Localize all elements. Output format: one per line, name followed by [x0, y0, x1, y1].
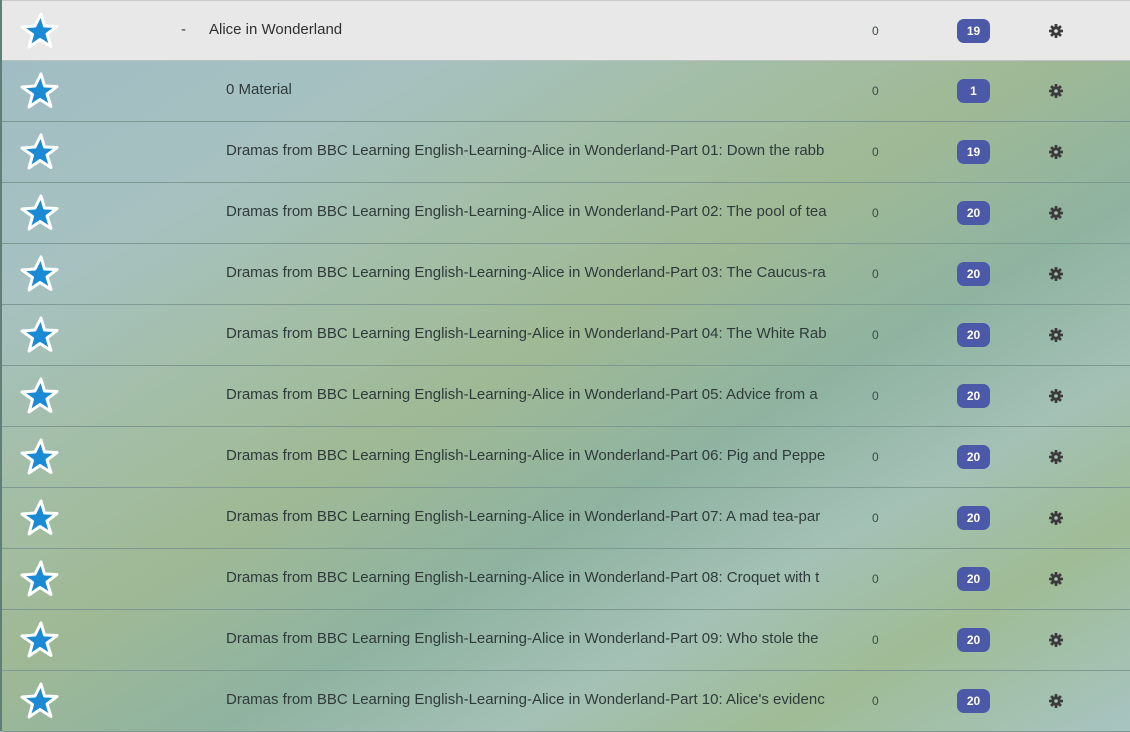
- lesson-title[interactable]: Dramas from BBC Learning English-Learnin…: [226, 142, 852, 159]
- lesson-row[interactable]: Dramas from BBC Learning English-Learnin…: [2, 427, 1130, 488]
- lesson-row[interactable]: Dramas from BBC Learning English-Learnin…: [2, 366, 1130, 427]
- lesson-badge[interactable]: 20: [957, 567, 990, 591]
- lesson-badge[interactable]: 20: [957, 445, 990, 469]
- lesson-badge[interactable]: 20: [957, 689, 990, 713]
- gear-icon[interactable]: [1049, 24, 1063, 38]
- star-icon[interactable]: [18, 132, 60, 174]
- gear-icon[interactable]: [1049, 511, 1063, 525]
- star-icon[interactable]: [18, 71, 60, 113]
- lesson-title[interactable]: Dramas from BBC Learning English-Learnin…: [226, 264, 852, 281]
- gear-icon[interactable]: [1049, 694, 1063, 708]
- lesson-count: 0: [872, 694, 879, 708]
- lesson-title[interactable]: Dramas from BBC Learning English-Learnin…: [226, 447, 852, 464]
- course-count: 0: [872, 24, 879, 38]
- lesson-badge[interactable]: 20: [957, 384, 990, 408]
- lesson-badge[interactable]: 20: [957, 201, 990, 225]
- lesson-row[interactable]: Dramas from BBC Learning English-Learnin…: [2, 122, 1130, 183]
- lesson-count: 0: [872, 206, 879, 220]
- lesson-title[interactable]: Dramas from BBC Learning English-Learnin…: [226, 325, 852, 342]
- lesson-row[interactable]: Dramas from BBC Learning English-Learnin…: [2, 549, 1130, 610]
- lesson-title[interactable]: 0 Material: [226, 81, 852, 98]
- gear-icon[interactable]: [1049, 450, 1063, 464]
- gear-icon[interactable]: [1049, 267, 1063, 281]
- lesson-count: 0: [872, 267, 879, 281]
- course-list: - Alice in Wonderland 0 19 0 Material 0 1 D…: [0, 0, 1130, 732]
- lesson-row[interactable]: Dramas from BBC Learning English-Learnin…: [2, 244, 1130, 305]
- lesson-row[interactable]: Dramas from BBC Learning English-Learnin…: [2, 488, 1130, 549]
- lesson-count: 0: [872, 328, 879, 342]
- star-icon[interactable]: [18, 193, 60, 235]
- lesson-title[interactable]: Dramas from BBC Learning English-Learnin…: [226, 630, 852, 647]
- lesson-title[interactable]: Dramas from BBC Learning English-Learnin…: [226, 386, 852, 403]
- course-badge[interactable]: 19: [957, 19, 990, 43]
- lesson-count: 0: [872, 389, 879, 403]
- lesson-count: 0: [872, 572, 879, 586]
- gear-icon[interactable]: [1049, 145, 1063, 159]
- lesson-count: 0: [872, 84, 879, 98]
- star-icon[interactable]: [18, 254, 60, 296]
- lesson-rows: 0 Material 0 1 Dramas from BBC Learning Eng…: [2, 61, 1130, 732]
- gear-icon[interactable]: [1049, 328, 1063, 342]
- lesson-count: 0: [872, 633, 879, 647]
- star-icon[interactable]: [18, 11, 60, 53]
- collapse-toggle[interactable]: -: [181, 21, 186, 38]
- lesson-count: 0: [872, 145, 879, 159]
- lesson-count: 0: [872, 450, 879, 464]
- lesson-title[interactable]: Dramas from BBC Learning English-Learnin…: [226, 691, 852, 708]
- lesson-badge[interactable]: 20: [957, 262, 990, 286]
- course-title[interactable]: Alice in Wonderland: [209, 21, 835, 38]
- lesson-row[interactable]: Dramas from BBC Learning English-Learnin…: [2, 183, 1130, 244]
- lesson-title[interactable]: Dramas from BBC Learning English-Learnin…: [226, 508, 852, 525]
- lesson-badge[interactable]: 19: [957, 140, 990, 164]
- lesson-count: 0: [872, 511, 879, 525]
- gear-icon[interactable]: [1049, 572, 1063, 586]
- star-icon[interactable]: [18, 315, 60, 357]
- star-icon[interactable]: [18, 620, 60, 662]
- star-icon[interactable]: [18, 376, 60, 418]
- lesson-row[interactable]: 0 Material 0 1: [2, 61, 1130, 122]
- star-icon[interactable]: [18, 437, 60, 479]
- lesson-badge[interactable]: 1: [957, 79, 990, 103]
- lesson-badge[interactable]: 20: [957, 323, 990, 347]
- star-icon[interactable]: [18, 681, 60, 723]
- star-icon[interactable]: [18, 559, 60, 601]
- star-icon[interactable]: [18, 498, 60, 540]
- gear-icon[interactable]: [1049, 206, 1063, 220]
- lesson-badge[interactable]: 20: [957, 506, 990, 530]
- lesson-badge[interactable]: 20: [957, 628, 990, 652]
- lesson-row[interactable]: Dramas from BBC Learning English-Learnin…: [2, 671, 1130, 732]
- lesson-row[interactable]: Dramas from BBC Learning English-Learnin…: [2, 305, 1130, 366]
- gear-icon[interactable]: [1049, 633, 1063, 647]
- lesson-title[interactable]: Dramas from BBC Learning English-Learnin…: [226, 203, 852, 220]
- lesson-title[interactable]: Dramas from BBC Learning English-Learnin…: [226, 569, 852, 586]
- gear-icon[interactable]: [1049, 84, 1063, 98]
- lesson-row[interactable]: Dramas from BBC Learning English-Learnin…: [2, 610, 1130, 671]
- gear-icon[interactable]: [1049, 389, 1063, 403]
- course-header-row[interactable]: - Alice in Wonderland 0 19: [2, 0, 1130, 61]
